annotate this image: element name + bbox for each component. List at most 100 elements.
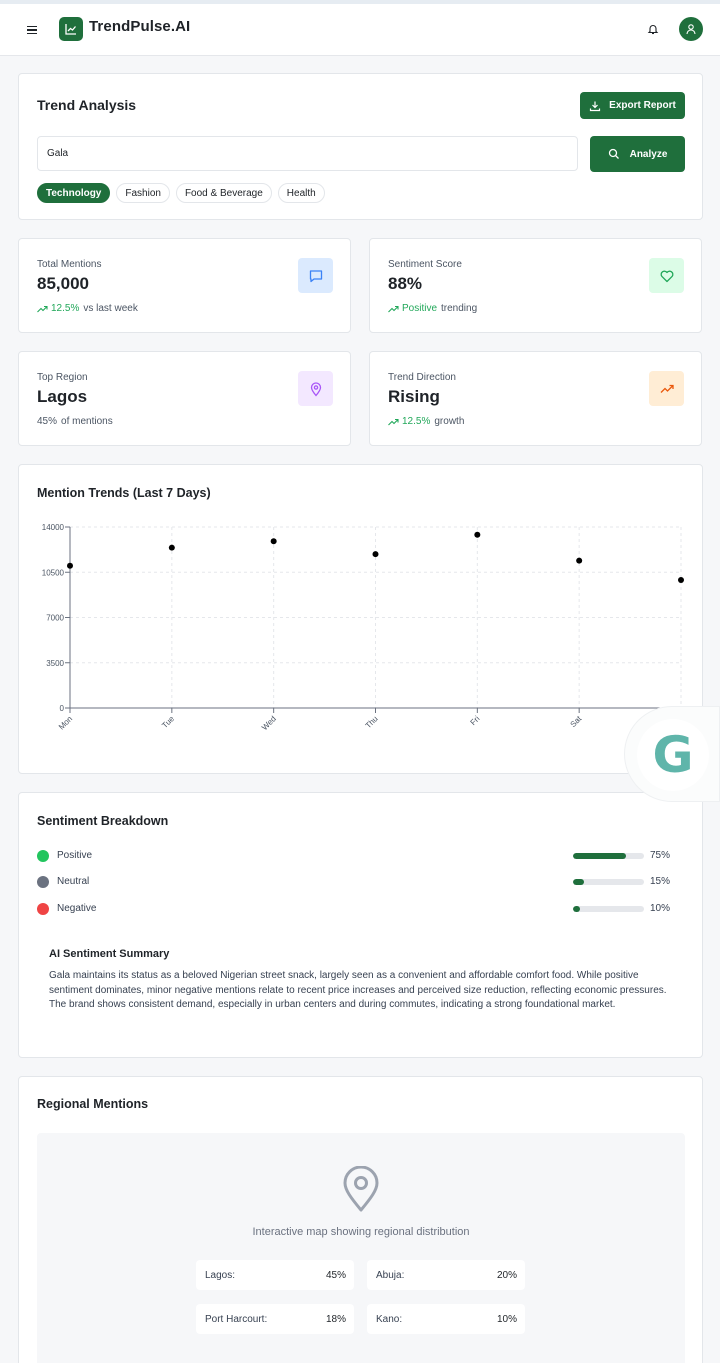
- regional-map[interactable]: Interactive map showing regional distrib…: [37, 1133, 685, 1363]
- chip-health[interactable]: Health: [277, 183, 325, 203]
- sentiment-percent: 75%: [650, 850, 671, 861]
- sentiment-percent: 15%: [650, 876, 671, 887]
- region-kano: Kano: 10%: [367, 1304, 525, 1334]
- sentiment-label: Negative: [57, 903, 97, 914]
- sentiment-bar: [573, 853, 644, 859]
- chip-technology[interactable]: Technology: [37, 183, 111, 203]
- sentiment-row-positive: Positive 75%: [37, 848, 687, 864]
- sentiment-label: Neutral: [57, 876, 90, 887]
- x-tick-label: Sat: [569, 714, 584, 729]
- heart-icon: [649, 258, 684, 293]
- trend-analysis-title: Trend Analysis: [37, 97, 137, 113]
- bell-icon[interactable]: [644, 20, 662, 38]
- change-suffix: vs last week: [83, 303, 138, 314]
- sentiment-title: Sentiment Breakdown: [37, 814, 169, 828]
- sentiment-score-label: Sentiment Score: [388, 259, 462, 270]
- change-value: 12.5%: [402, 416, 431, 427]
- data-point: [678, 577, 684, 584]
- chip-fashion[interactable]: Fashion: [116, 183, 170, 203]
- x-tick-label: Mon: [57, 714, 74, 731]
- total-mentions-label: Total Mentions: [37, 259, 102, 270]
- top-region-share: 45% of mentions: [37, 416, 113, 427]
- y-tick-label: 0: [60, 704, 65, 713]
- assistant-letter: G: [652, 726, 694, 784]
- top-region-label: Top Region: [37, 372, 88, 383]
- trend-analysis-card: Trend Analysis Export Report Analyze Tec…: [18, 73, 703, 220]
- sentiment-bar: [573, 879, 644, 885]
- data-point: [270, 538, 277, 545]
- sentiment-bar-fill: [573, 879, 584, 885]
- trend-direction-label: Trend Direction: [388, 372, 456, 383]
- download-icon: [590, 101, 601, 111]
- trend-direction-card: Trend Direction Rising 12.5% growth: [369, 351, 702, 446]
- sentiment-row-neutral: Neutral 15%: [37, 874, 687, 890]
- change-value: 12.5%: [51, 303, 80, 314]
- floating-assistant-button[interactable]: G: [624, 706, 720, 802]
- data-point: [474, 531, 481, 538]
- sentiment-bar-fill: [573, 853, 627, 859]
- share-value: 45%: [37, 416, 58, 427]
- sentiment-bar-fill: [573, 906, 581, 912]
- map-caption: Interactive map showing regional distrib…: [252, 1226, 470, 1238]
- map-pin-icon: [298, 371, 333, 406]
- user-avatar[interactable]: [679, 17, 703, 41]
- top-region-card: Top Region Lagos 45% of mentions: [18, 351, 351, 446]
- sentiment-bar: [573, 906, 644, 912]
- trending-up-icon: [37, 305, 48, 312]
- category-chips: Technology Fashion Food & Beverage Healt…: [37, 183, 325, 203]
- chip-food-beverage[interactable]: Food & Beverage: [175, 183, 272, 203]
- analyze-button[interactable]: Analyze: [590, 136, 685, 172]
- user-icon: [686, 24, 696, 35]
- region-abuja: Abuja: 20%: [367, 1260, 525, 1290]
- sentiment-score-change: Positive trending: [388, 303, 477, 314]
- region-value: 20%: [496, 1270, 517, 1281]
- x-tick-label: Wed: [260, 714, 278, 732]
- data-point: [372, 551, 379, 558]
- region-value: 10%: [496, 1314, 517, 1325]
- regional-mentions-card: Regional Mentions Interactive map showin…: [18, 1076, 703, 1363]
- analyze-label: Analyze: [629, 148, 668, 160]
- y-tick-label: 10500: [42, 568, 65, 577]
- region-value: 45%: [325, 1270, 346, 1281]
- regional-title: Regional Mentions: [37, 1097, 149, 1111]
- ai-summary-title: AI Sentiment Summary: [49, 948, 170, 960]
- search-input[interactable]: [37, 136, 578, 171]
- y-tick-label: 3500: [46, 659, 64, 668]
- sentiment-breakdown-card: Sentiment Breakdown Positive 75% Neutral…: [18, 792, 703, 1058]
- positive-dot: [37, 850, 49, 862]
- sentiment-percent: 10%: [650, 903, 671, 914]
- change-value: Positive: [402, 303, 438, 314]
- export-report-button[interactable]: Export Report: [580, 92, 685, 119]
- sentiment-score-value: 88%: [388, 274, 423, 293]
- message-icon: [298, 258, 333, 293]
- chart-line-icon: [59, 17, 83, 41]
- trending-up-icon: [388, 305, 399, 312]
- x-tick-label: Tue: [160, 714, 176, 730]
- export-report-label: Export Report: [609, 100, 676, 111]
- sentiment-row-negative: Negative 10%: [37, 901, 687, 917]
- trend-direction-value: Rising: [388, 387, 440, 406]
- sentiment-score-card: Sentiment Score 88% Positive trending: [369, 238, 702, 333]
- total-mentions-card: Total Mentions 85,000 12.5% vs last week: [18, 238, 351, 333]
- data-point: [67, 562, 73, 569]
- region-name: Kano:: [376, 1314, 403, 1325]
- region-name: Lagos:: [205, 1270, 236, 1281]
- y-tick-label: 14000: [42, 523, 65, 532]
- x-tick-label: Thu: [364, 714, 380, 730]
- change-suffix: trending: [441, 303, 478, 314]
- region-lagos: Lagos: 45%: [196, 1260, 354, 1290]
- negative-dot: [37, 903, 49, 915]
- sentiment-label: Positive: [57, 850, 93, 861]
- y-tick-label: 7000: [46, 614, 64, 623]
- change-suffix: growth: [434, 416, 465, 427]
- trending-up-icon: [649, 371, 684, 406]
- map-pin-icon: [343, 1166, 379, 1212]
- x-tick-label: Fri: [469, 714, 482, 727]
- search-icon: [608, 148, 619, 159]
- mention-trends-chart: 0350070001050014000MonTueWedThuFriSatSun: [42, 523, 685, 732]
- brand-name[interactable]: TrendPulse.AI: [89, 18, 190, 35]
- data-point: [576, 557, 583, 564]
- region-port-harcourt: Port Harcourt: 18%: [196, 1304, 354, 1334]
- share-suffix: of mentions: [61, 416, 113, 427]
- hamburger-icon[interactable]: [24, 22, 40, 38]
